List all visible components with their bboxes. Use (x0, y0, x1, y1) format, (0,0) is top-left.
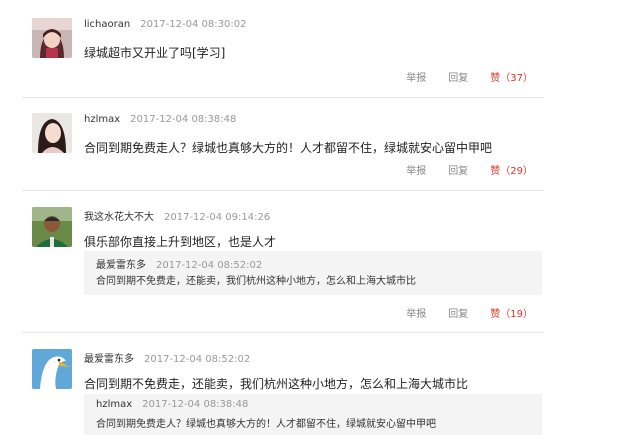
quoted-comment: 最爱雷东多 2017-12-04 08:52:02 合同到期不免费走，还能卖，我们… (84, 251, 542, 295)
comment-meta: 最爱雷东多 2017-12-04 08:52:02 (84, 350, 250, 365)
comment-text: 俱乐部你直接上升到地区，也是人才 (84, 235, 277, 249)
reply-button[interactable]: 回复 (448, 73, 468, 84)
avatar[interactable] (32, 349, 72, 389)
comment-meta: lichaoran 2017-12-04 08:30:02 (84, 19, 246, 30)
report-button[interactable]: 举报 (406, 166, 426, 177)
quote-meta: hzlmax 2017-12-04 08:38:48 (96, 399, 248, 410)
username[interactable]: 最爱雷东多 (84, 354, 134, 365)
quote-timestamp: 2017-12-04 08:52:02 (156, 260, 263, 271)
quote-username[interactable]: hzlmax (96, 399, 132, 410)
comment-meta: 我这水花大不大 2017-12-04 09:14:26 (84, 208, 270, 223)
comment-actions: 举报 回复 赞（37） (384, 69, 533, 84)
divider (22, 97, 544, 98)
comment-text: 合同到期不免费走，还能卖，我们杭州这种小地方，怎么和上海大城市比 (84, 377, 469, 391)
like-button[interactable]: 赞（19） (490, 309, 533, 320)
quoted-comment: hzlmax 2017-12-04 08:38:48 合同到期免费走人？绿城也真够… (84, 394, 542, 435)
username[interactable]: lichaoran (84, 19, 130, 30)
quote-meta: 最爱雷东多 2017-12-04 08:52:02 (96, 256, 262, 271)
comment-item: 最爱雷东多 2017-12-04 08:52:02 合同到期不免费走，还能卖，我们… (0, 349, 545, 435)
comment-actions: 举报 回复 赞（29） (384, 162, 533, 177)
quote-username[interactable]: 最爱雷东多 (96, 260, 146, 271)
report-button[interactable]: 举报 (406, 73, 426, 84)
username[interactable]: 我这水花大不大 (84, 212, 154, 223)
avatar[interactable] (32, 113, 72, 153)
quote-text: 合同到期免费走人？绿城也真够大方的！人才都留不住，绿城就安心留中甲吧 (96, 419, 436, 430)
comment-item: hzlmax 2017-12-04 08:38:48 合同到期免费走人？绿城也真够… (0, 113, 545, 177)
like-button[interactable]: 赞（37） (490, 73, 533, 84)
username[interactable]: hzlmax (84, 114, 120, 125)
timestamp: 2017-12-04 09:14:26 (164, 212, 271, 223)
timestamp: 2017-12-04 08:52:02 (144, 354, 251, 365)
timestamp: 2017-12-04 08:30:02 (140, 19, 247, 30)
avatar[interactable] (32, 18, 72, 58)
comment-text: 绿城超市又开业了吗[学习] (84, 46, 226, 60)
reply-button[interactable]: 回复 (448, 166, 468, 177)
avatar[interactable] (32, 207, 72, 247)
quote-text: 合同到期不免费走，还能卖，我们杭州这种小地方，怎么和上海大城市比 (96, 276, 416, 287)
quote-timestamp: 2017-12-04 08:38:48 (142, 399, 249, 410)
comment-actions: 举报 回复 赞（19） (384, 305, 533, 320)
reply-button[interactable]: 回复 (448, 309, 468, 320)
comment-item: lichaoran 2017-12-04 08:30:02 绿城超市又开业了吗[学… (0, 18, 545, 84)
timestamp: 2017-12-04 08:38:48 (130, 114, 237, 125)
divider (22, 190, 544, 191)
like-button[interactable]: 赞（29） (490, 166, 533, 177)
comment-meta: hzlmax 2017-12-04 08:38:48 (84, 114, 236, 125)
report-button[interactable]: 举报 (406, 309, 426, 320)
divider (22, 332, 544, 333)
comment-item: 我这水花大不大 2017-12-04 09:14:26 俱乐部你直接上升到地区，也… (0, 207, 545, 322)
comment-text: 合同到期免费走人？绿城也真够大方的！人才都留不住，绿城就安心留中甲吧 (84, 141, 493, 155)
